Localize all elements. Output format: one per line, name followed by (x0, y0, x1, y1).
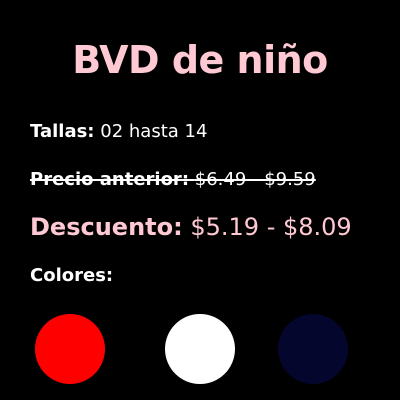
sizes-row: Tallas: 02 hasta 14 (30, 120, 207, 144)
discount-row: Descuento: $5.19 - $8.09 (30, 211, 352, 243)
color-swatch-white[interactable] (165, 314, 235, 384)
old-price-value: $6.49 - $9.59 (194, 169, 316, 190)
old-price-row: Precio anterior: $6.49 - $9.59 (30, 168, 316, 192)
color-swatch-navy[interactable] (278, 314, 348, 384)
discount-value: $5.19 - $8.09 (190, 213, 352, 241)
discount-label: Descuento: (30, 213, 183, 241)
sizes-value: 02 hasta 14 (100, 121, 208, 142)
sizes-label: Tallas: (30, 121, 95, 142)
product-card: BVD de niño Tallas: 02 hasta 14 Precio a… (0, 0, 400, 400)
colors-label: Colores: (30, 265, 114, 286)
product-title: BVD de niño (72, 38, 328, 82)
color-swatch-red[interactable] (35, 314, 105, 384)
old-price-label: Precio anterior: (30, 169, 190, 190)
